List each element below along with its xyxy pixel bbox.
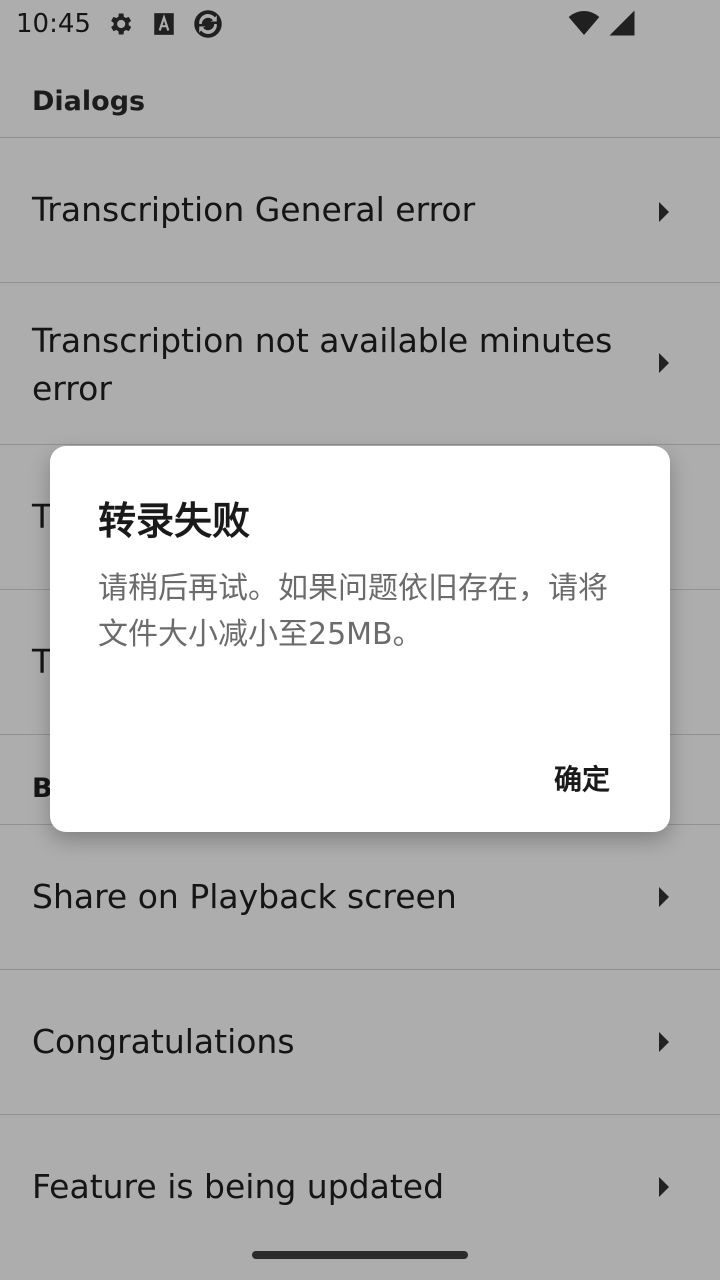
gesture-navigation-bar[interactable] xyxy=(252,1251,468,1259)
error-dialog: 转录失败 请稍后再试。如果问题依旧存在，请将文件大小减小至25MB。 确定 xyxy=(50,446,670,832)
dialog-message: 请稍后再试。如果问题依旧存在，请将文件大小减小至25MB。 xyxy=(98,571,608,652)
dialog-title: 转录失败 xyxy=(98,499,251,543)
confirm-button[interactable]: 确定 xyxy=(546,750,618,806)
